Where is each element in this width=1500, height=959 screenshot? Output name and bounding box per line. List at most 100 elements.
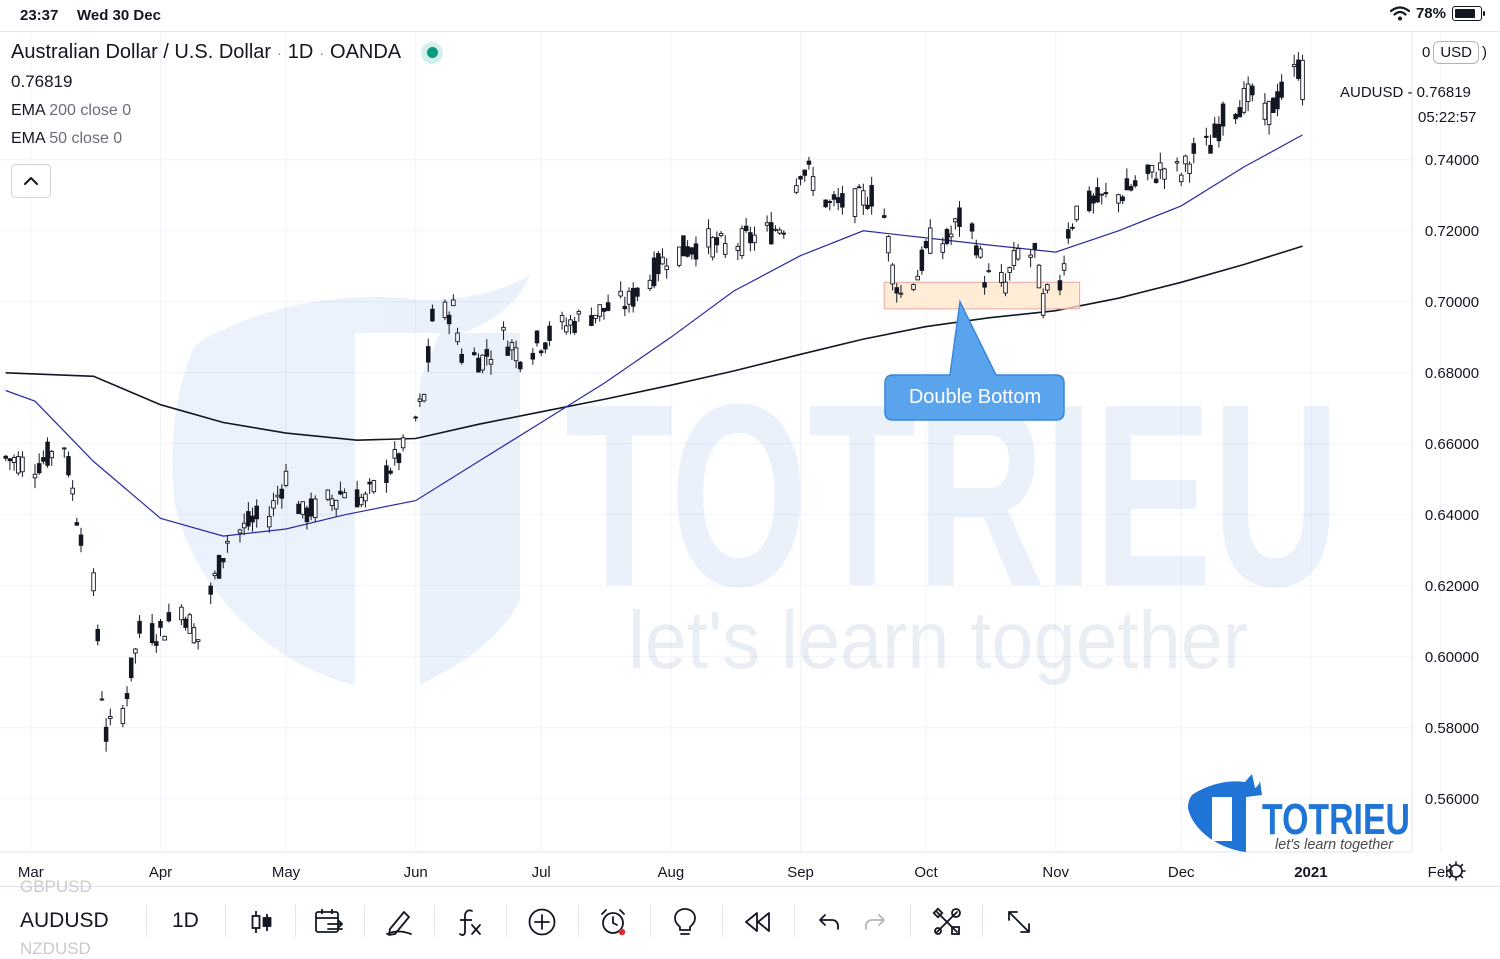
price-tick-label: 0.68000 [1425, 365, 1479, 382]
alert-button[interactable] [596, 905, 630, 939]
candle [1003, 273, 1008, 297]
candle [660, 248, 665, 265]
candle-body-down [835, 197, 841, 204]
candle [1279, 74, 1284, 100]
candle-body-down [518, 361, 523, 370]
candle [739, 225, 745, 259]
currency-badge[interactable]: USD [1433, 41, 1480, 64]
replay-button[interactable] [740, 905, 774, 939]
candle [605, 294, 611, 312]
candle [1233, 112, 1238, 125]
candle [1099, 193, 1104, 205]
candle-body-down [1124, 178, 1130, 191]
candle-body-up [664, 265, 669, 270]
candle-body-up [597, 304, 603, 317]
candle-body-down [601, 307, 607, 312]
candle-body-up [810, 176, 816, 191]
next-symbol[interactable]: NZDUSD [20, 939, 91, 959]
candle-body-down [1250, 85, 1255, 96]
candle [647, 274, 653, 292]
candle [564, 317, 569, 335]
logo-mark-stem [1212, 797, 1232, 841]
candle [869, 176, 874, 215]
candle [534, 330, 540, 347]
candle [676, 246, 682, 268]
candle [651, 251, 657, 289]
candle [20, 451, 25, 477]
time-tick-label: Jun [404, 864, 428, 881]
candle-body-down [1128, 186, 1134, 191]
draw-button[interactable] [382, 905, 416, 939]
candle-body-up [752, 234, 757, 244]
prev-symbol[interactable]: GBPUSD [20, 877, 92, 897]
candle [49, 449, 54, 466]
candle [78, 527, 84, 553]
candle-body-up [363, 493, 368, 502]
candle [480, 354, 485, 374]
candle-body-down [1145, 164, 1151, 174]
candle-body-up [626, 290, 632, 305]
symbol-description[interactable]: Australian Dollar / U.S. Dollar [11, 41, 271, 64]
bar-countdown: 05:22:57 [1418, 109, 1477, 126]
candle [865, 196, 870, 210]
fullscreen-button[interactable] [1002, 905, 1036, 939]
candle-body-up [120, 708, 126, 724]
legend-interval[interactable]: 1D [288, 41, 314, 64]
candle [969, 221, 975, 240]
candle-body-down [430, 308, 435, 322]
candle [216, 554, 222, 579]
undo-button[interactable] [812, 905, 846, 939]
candle [978, 245, 983, 259]
candle-body-down [802, 169, 807, 176]
candle [626, 287, 632, 313]
candle-body-down [459, 353, 464, 363]
candle-body-down [1153, 178, 1159, 183]
candle [36, 453, 42, 475]
symbol-button[interactable]: AUDUSD [20, 909, 109, 933]
time-tick-label: 2021 [1294, 864, 1327, 881]
replay-icon [745, 912, 770, 932]
legend-separator: · [277, 44, 282, 61]
candle [835, 187, 841, 211]
candles-button[interactable] [244, 905, 278, 939]
indicator-ema-50[interactable]: EMA 50 close 0 [11, 130, 443, 148]
candle [957, 201, 962, 237]
ideas-button[interactable] [668, 905, 702, 939]
candle [137, 615, 142, 639]
compare-button[interactable] [312, 905, 346, 939]
price-tick-label: 0.70000 [1425, 294, 1479, 311]
toolbar-divider [982, 905, 983, 937]
add-button[interactable] [525, 905, 559, 939]
time-scale-settings-icon[interactable] [1446, 861, 1466, 881]
candle [1120, 194, 1125, 205]
candle [1204, 127, 1209, 146]
candle [1015, 243, 1021, 261]
candle-body-up [927, 227, 933, 254]
candle-body-down [534, 330, 540, 344]
candle-body-down [823, 199, 828, 208]
candle-body-up [187, 614, 193, 634]
candle-body-down [547, 325, 552, 341]
candle-body-down [635, 287, 640, 297]
candle-body-down [472, 352, 477, 356]
legend-title-row: Australian Dollar / U.S. Dollar · 1D · O… [11, 41, 444, 64]
candle [1183, 154, 1188, 172]
candle [689, 246, 695, 260]
candle-body-up [948, 233, 954, 238]
collapse-legend-button[interactable] [11, 164, 51, 198]
currency-selector[interactable]: 0 USD ) [1422, 41, 1487, 64]
candle [16, 451, 21, 476]
redo-button[interactable] [858, 905, 892, 939]
interval-button[interactable]: 1D [172, 909, 199, 933]
candle-body-down [1279, 81, 1284, 98]
candle [1216, 116, 1222, 148]
candle-body-down [681, 235, 686, 257]
indicator-ema-200[interactable]: EMA 200 close 0 [11, 102, 443, 120]
indicators-button[interactable] [453, 905, 487, 939]
settings-tools-button[interactable] [930, 905, 964, 939]
candle [108, 708, 113, 726]
candle-body-down [296, 503, 301, 514]
candle-body-up [735, 245, 741, 251]
candle-body-down [538, 350, 544, 354]
candle [706, 219, 711, 255]
